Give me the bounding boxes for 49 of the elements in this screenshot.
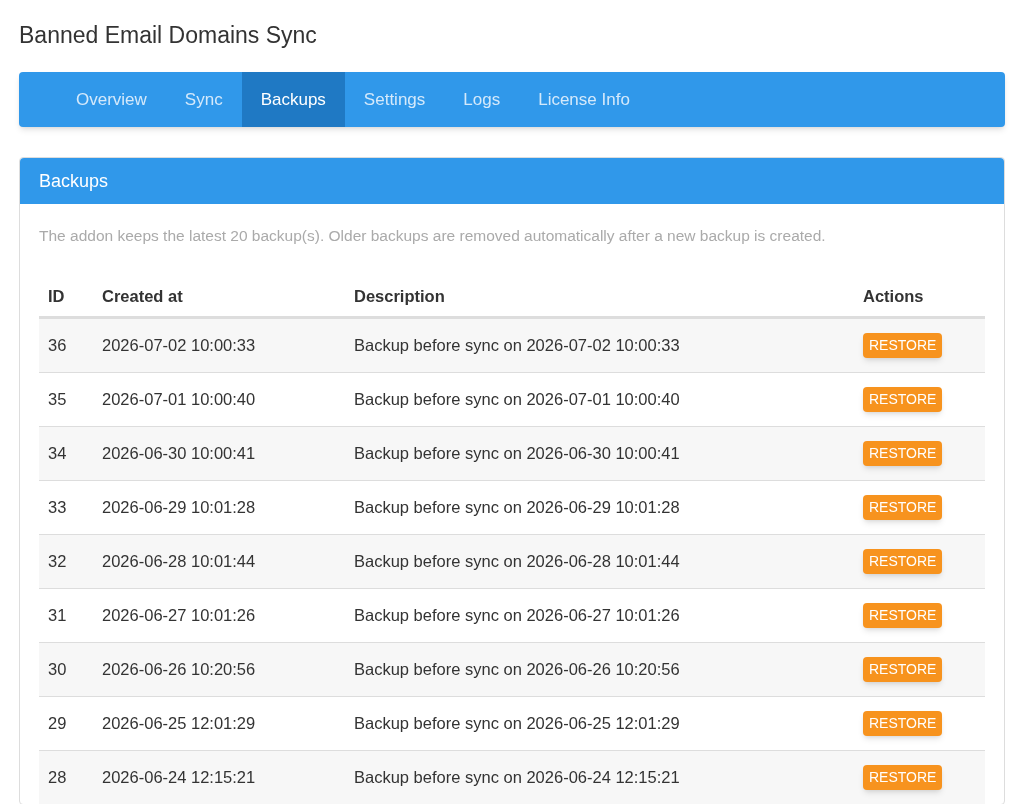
table-cell: 35 [48, 390, 67, 408]
restore-button[interactable]: RESTORE [863, 765, 943, 790]
page-title: Banned Email Domains Sync [19, 21, 318, 50]
restore-button[interactable]: RESTORE [863, 441, 943, 466]
table-cell: Backup before sync on 2026-06-24 12:15:21 [354, 768, 680, 786]
column-header: Description [354, 286, 445, 305]
table-cell: 2026-06-29 10:01:28 [102, 498, 256, 516]
table-cell: 28 [48, 768, 67, 786]
table-cell: Backup before sync on 2026-07-01 10:00:40 [354, 390, 680, 408]
table-cell: 32 [48, 552, 67, 570]
table-cell: Backup before sync on 2026-06-30 10:00:41 [354, 444, 680, 462]
table-cell: Backup before sync on 2026-06-29 10:01:28 [354, 498, 680, 516]
panel-title: Backups [39, 169, 109, 193]
table-cell: Backup before sync on 2026-06-26 10:20:56 [354, 660, 680, 678]
table-cell: 29 [48, 714, 67, 732]
table-cell: Backup before sync on 2026-06-27 10:01:26 [354, 606, 680, 624]
table-cell: 31 [48, 606, 67, 624]
table-cell: 34 [48, 444, 67, 462]
table-cell: 33 [48, 498, 67, 516]
restore-button[interactable]: RESTORE [863, 495, 943, 520]
table-cell: 2026-06-26 10:20:56 [102, 660, 256, 678]
table-cell: 2026-06-25 12:01:29 [102, 714, 256, 732]
column-header: Actions [863, 286, 924, 305]
nav-tab[interactable]: License Info [519, 72, 649, 127]
table-cell: 36 [48, 336, 67, 354]
restore-button[interactable]: RESTORE [863, 603, 943, 628]
table-cell: 2026-06-30 10:00:41 [102, 444, 256, 462]
nav-tab[interactable]: Sync [165, 72, 242, 127]
restore-button[interactable]: RESTORE [863, 711, 943, 736]
restore-button[interactable]: RESTORE [863, 657, 943, 682]
nav-tab[interactable]: Backups [241, 72, 345, 127]
table-cell: 2026-06-24 12:15:21 [102, 768, 256, 786]
nav-tab[interactable]: Overview [57, 72, 166, 127]
table-cell: 30 [48, 660, 67, 678]
nav-tab[interactable]: Settings [344, 72, 445, 127]
table-cell: Backup before sync on 2026-06-25 12:01:29 [354, 714, 680, 732]
nav-tab[interactable]: Logs [444, 72, 520, 127]
restore-button[interactable]: RESTORE [863, 333, 943, 358]
table-cell: 2026-06-28 10:01:44 [102, 552, 256, 570]
table-cell: Backup before sync on 2026-07-02 10:00:33 [354, 336, 680, 354]
column-header: Created at [102, 286, 183, 305]
column-header: ID [48, 286, 65, 305]
table-cell: 2026-07-01 10:00:40 [102, 390, 256, 408]
table-cell: 2026-06-27 10:01:26 [102, 606, 256, 624]
table-cell: 2026-07-02 10:00:33 [102, 336, 256, 354]
table-cell: Backup before sync on 2026-06-28 10:01:44 [354, 552, 680, 570]
restore-button[interactable]: RESTORE [863, 549, 943, 574]
restore-button[interactable]: RESTORE [863, 387, 943, 412]
retention-note: The addon keeps the latest 20 backup(s). Older backups are removed automatically after a new backup is created. [39, 226, 827, 246]
